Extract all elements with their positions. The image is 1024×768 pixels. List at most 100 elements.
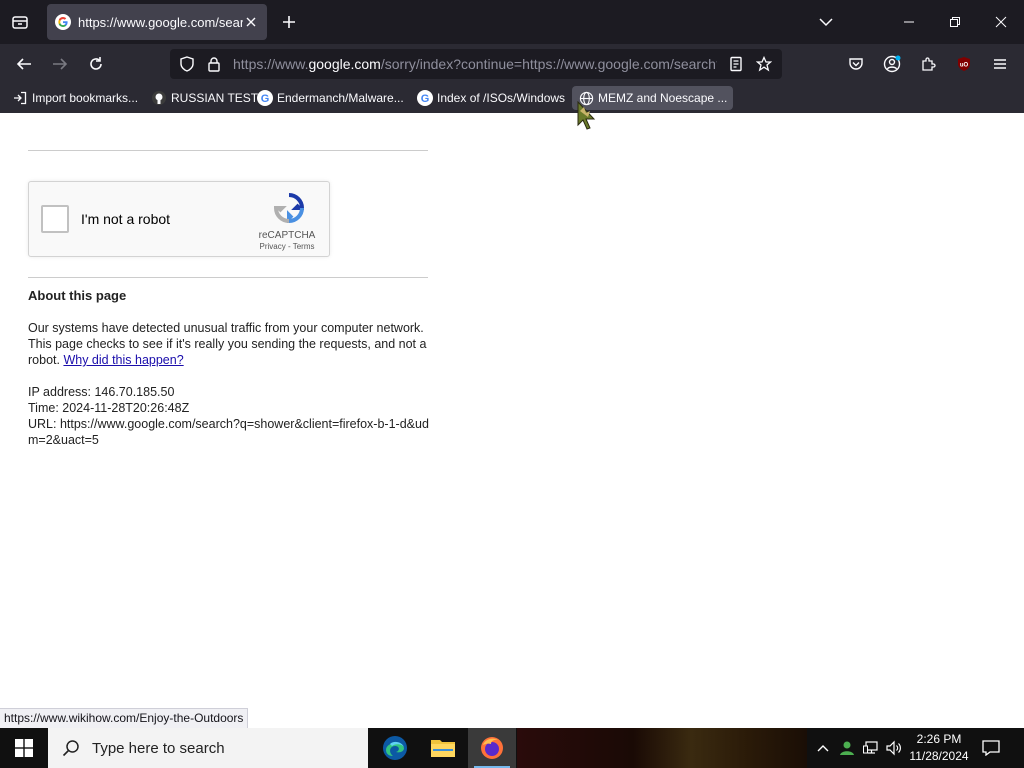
start-button[interactable] [0, 728, 48, 768]
close-icon [246, 17, 256, 27]
volume-tray-button[interactable] [884, 738, 904, 758]
network-tray-button[interactable] [861, 738, 881, 758]
github-icon [151, 90, 167, 106]
url-text[interactable]: https://www.google.com/sorry/index?conti… [233, 56, 717, 72]
reload-button[interactable] [84, 52, 108, 76]
close-icon [995, 16, 1007, 28]
reload-icon [90, 57, 102, 70]
taskbar-search[interactable]: Type here to search [48, 728, 368, 768]
svg-text:uO: uO [960, 63, 969, 69]
pocket-button[interactable] [844, 52, 868, 76]
list-all-tabs-button[interactable] [814, 10, 838, 34]
bookmark-label: MEMZ and Noescape ... [598, 91, 728, 105]
navigation-toolbar: https://www.google.com/sorry/index?conti… [0, 44, 1024, 84]
url-host: google.com [308, 56, 381, 72]
network-icon [863, 741, 878, 754]
google-icon: G [257, 90, 273, 106]
bookmark-label: RUSSIAN TEST [171, 91, 259, 105]
clock-time: 2:26 PM [916, 732, 962, 746]
link-status-preview: https://www.wikihow.com/Enjoy-the-Outdoo… [0, 708, 249, 728]
notifications-button[interactable] [980, 738, 1002, 758]
restore-button[interactable] [943, 10, 967, 34]
reader-view-icon[interactable] [728, 56, 744, 72]
bookmark-label: Import bookmarks... [32, 91, 139, 105]
account-icon [883, 55, 901, 73]
close-window-button[interactable] [989, 10, 1013, 34]
google-icon: G [417, 90, 433, 106]
url-path: /sorry/index?continue=https://www.google… [380, 56, 717, 72]
bookmark-label: Endermanch/Malware... [277, 91, 404, 105]
divider [28, 150, 428, 151]
edge-icon [383, 736, 407, 760]
lock-icon[interactable] [206, 56, 222, 72]
account-button[interactable] [880, 52, 904, 76]
puzzle-icon [922, 57, 936, 71]
bookmark-index-isos-windows[interactable]: G Index of /ISOs/Windows [411, 86, 571, 110]
windows-taskbar: Type here to search 2:26 PM 11/28/2024 [0, 728, 1024, 768]
active-tab[interactable]: https://www.google.com/search [47, 4, 267, 40]
ublock-button[interactable]: uO [952, 52, 976, 76]
recaptcha-label: I'm not a robot [81, 211, 171, 227]
mouse-cursor-icon [577, 101, 596, 130]
about-title: About this page [28, 288, 127, 303]
firefox-taskbar-button[interactable] [468, 728, 516, 768]
request-url: URL: https://www.google.com/search?q=sho… [28, 417, 429, 447]
recaptcha-links[interactable]: Privacy - Terms [247, 242, 327, 251]
edge-taskbar-button[interactable] [371, 728, 419, 768]
page-content: I'm not a robot reCAPTCHA Privacy - Term… [0, 113, 1024, 728]
tab-list-icon [12, 16, 28, 29]
tracking-protection-icon[interactable] [179, 56, 195, 72]
plus-icon [283, 16, 295, 28]
bookmark-label: Index of /ISOs/Windows [437, 91, 566, 105]
back-button[interactable] [12, 52, 36, 76]
svg-text:G: G [261, 93, 270, 105]
tab-title: https://www.google.com/search [78, 14, 244, 30]
taskbar-clock[interactable]: 2:26 PM 11/28/2024 [904, 731, 974, 765]
bookmark-russian-test[interactable]: RUSSIAN TEST [145, 86, 264, 110]
minimize-icon [904, 21, 914, 23]
recaptcha-checkbox[interactable] [41, 205, 69, 233]
recaptcha-logo-icon [273, 193, 305, 224]
import-icon [12, 90, 28, 106]
user-tray-button[interactable] [837, 738, 857, 758]
folder-icon [431, 740, 455, 757]
bookmark-star-icon[interactable] [756, 56, 772, 72]
arrow-left-icon [16, 58, 31, 70]
notification-icon [982, 740, 1000, 756]
clock-date: 11/28/2024 [909, 749, 969, 763]
tab-list-button[interactable] [8, 10, 32, 34]
chevron-down-icon [819, 18, 833, 27]
bookmarks-toolbar: Import bookmarks... RUSSIAN TEST G Ender… [0, 84, 1024, 113]
bookmark-import[interactable]: Import bookmarks... [6, 86, 144, 110]
extensions-button[interactable] [916, 52, 940, 76]
menu-button[interactable] [988, 52, 1012, 76]
about-paragraph: Our systems have detected unusual traffi… [28, 320, 430, 368]
show-hidden-icons-button[interactable] [813, 738, 833, 758]
tab-close-button[interactable] [243, 14, 259, 30]
hamburger-menu-icon [994, 59, 1006, 69]
ip-address: IP address: 146.70.185.50 [28, 385, 175, 399]
forward-button[interactable] [48, 52, 72, 76]
url-prefix: https://www. [233, 56, 309, 72]
tab-bar: https://www.google.com/search [0, 0, 1024, 44]
search-icon [62, 740, 79, 757]
minimize-button[interactable] [897, 10, 921, 34]
divider [28, 277, 428, 278]
url-bar[interactable]: https://www.google.com/sorry/index?conti… [170, 49, 782, 79]
new-tab-button[interactable] [278, 11, 300, 33]
recaptcha-brand: reCAPTCHA [258, 230, 316, 241]
windows-logo-icon [15, 739, 33, 757]
firefox-icon [481, 737, 503, 759]
bookmark-endermanch-malware[interactable]: G Endermanch/Malware... [251, 86, 410, 110]
chevron-up-icon [817, 745, 829, 752]
why-link[interactable]: Why did this happen? [63, 353, 183, 367]
restore-icon [950, 17, 960, 27]
taskbar-empty-area [517, 728, 807, 768]
speaker-icon [886, 740, 901, 756]
user-icon [840, 741, 854, 755]
pocket-icon [849, 58, 863, 70]
file-explorer-taskbar-button[interactable] [419, 728, 467, 768]
svg-text:G: G [421, 93, 430, 105]
search-placeholder: Type here to search [92, 739, 225, 757]
google-icon [55, 14, 71, 30]
